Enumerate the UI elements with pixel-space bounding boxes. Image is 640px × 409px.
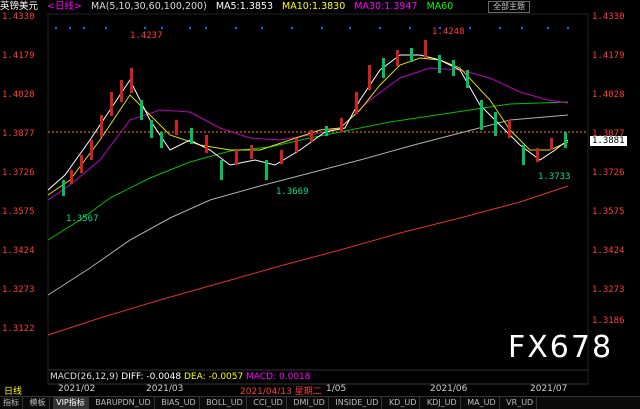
tab-cci[interactable]: CCI_UD xyxy=(250,397,287,409)
right-price-4: 1.3726 xyxy=(592,168,625,178)
high-label-1: 1.4237 xyxy=(130,31,163,41)
date-label-4: 2021/06 xyxy=(430,384,468,394)
event-markers xyxy=(54,26,570,30)
date-axis: 日线 2021/02 2021/03 2021/04/13 星期二 1/05 2… xyxy=(0,384,640,397)
left-price-3: 1.3877 xyxy=(2,129,35,139)
tab-indicators[interactable]: 指标 xyxy=(0,397,23,409)
chart-window: 英镑美元 <日线> MA(5,10,30,60,100,200) MA5:1.3… xyxy=(0,0,640,409)
right-price-1: 1.4179 xyxy=(592,51,625,61)
chart-frame xyxy=(47,13,589,385)
tab-kd[interactable]: KD_UD xyxy=(386,397,421,409)
ma100-line xyxy=(47,114,569,296)
date-label-1: 2021/03 xyxy=(146,384,184,394)
macd-value: MACD: 0.0018 xyxy=(246,372,311,382)
high-label-2: 1.4248 xyxy=(432,27,465,37)
ma5-line xyxy=(47,54,569,191)
right-price-7: 1.3273 xyxy=(592,285,625,295)
ma200-line xyxy=(47,185,569,336)
macd-dea: DEA: -0.0057 xyxy=(183,372,244,382)
tab-templates[interactable]: 模板 xyxy=(27,397,50,409)
left-price-1: 1.4179 xyxy=(2,51,35,61)
left-price-6: 1.3424 xyxy=(2,246,35,256)
low-label-3: 1.3733 xyxy=(538,172,571,182)
right-price-8: 1.3186 xyxy=(592,316,625,326)
left-price-5: 1.3575 xyxy=(2,207,35,217)
left-price-0: 1.4330 xyxy=(2,12,35,22)
macd-diff: DIFF: -0.0048 xyxy=(121,372,182,382)
left-price-4: 1.3726 xyxy=(2,168,35,178)
tab-ma[interactable]: MA_UD xyxy=(464,397,500,409)
tab-vr[interactable]: VR_UD xyxy=(503,397,538,409)
tab-bias[interactable]: BIAS_UD xyxy=(158,397,200,409)
macd-params: MACD(26,12,9) xyxy=(50,372,119,382)
tab-vip-indicators[interactable]: VIP指标 xyxy=(53,397,89,409)
right-price-5: 1.3575 xyxy=(592,207,625,217)
watermark: FX678 xyxy=(508,330,614,365)
indicator-tabs: 指标 模板 VIP指标 BARUPDN_UD BIAS_UD BOLL_UD C… xyxy=(0,396,640,409)
tab-inside[interactable]: INSIDE_UD xyxy=(332,397,383,409)
right-price-6: 1.3424 xyxy=(592,246,625,256)
tab-boll[interactable]: BOLL_UD xyxy=(203,397,247,409)
tab-dmi[interactable]: DMI_UD xyxy=(290,397,329,409)
right-price-2: 1.4028 xyxy=(592,90,625,100)
candles xyxy=(62,40,567,196)
left-price-2: 1.4028 xyxy=(2,90,35,100)
ma60-line xyxy=(47,101,569,241)
date-label-5: 2021/07 xyxy=(530,384,568,394)
date-label-0: 2021/02 xyxy=(58,384,96,394)
macd-header: MACD(26,12,9) DIFF: -0.0048 DEA: -0.0057… xyxy=(50,372,310,382)
left-price-8: 1.3122 xyxy=(2,324,35,334)
tab-barupdn[interactable]: BARUPDN_UD xyxy=(92,397,155,409)
right-price-0: 1.4330 xyxy=(592,12,625,22)
current-price-tag: 1.3881 xyxy=(590,136,627,146)
left-price-7: 1.3273 xyxy=(2,285,35,295)
tab-kdj[interactable]: KDJ_UD xyxy=(424,397,461,409)
low-label-1: 1.3567 xyxy=(66,214,99,224)
low-label-2: 1.3669 xyxy=(276,187,309,197)
date-label-3: 1/05 xyxy=(326,384,347,394)
